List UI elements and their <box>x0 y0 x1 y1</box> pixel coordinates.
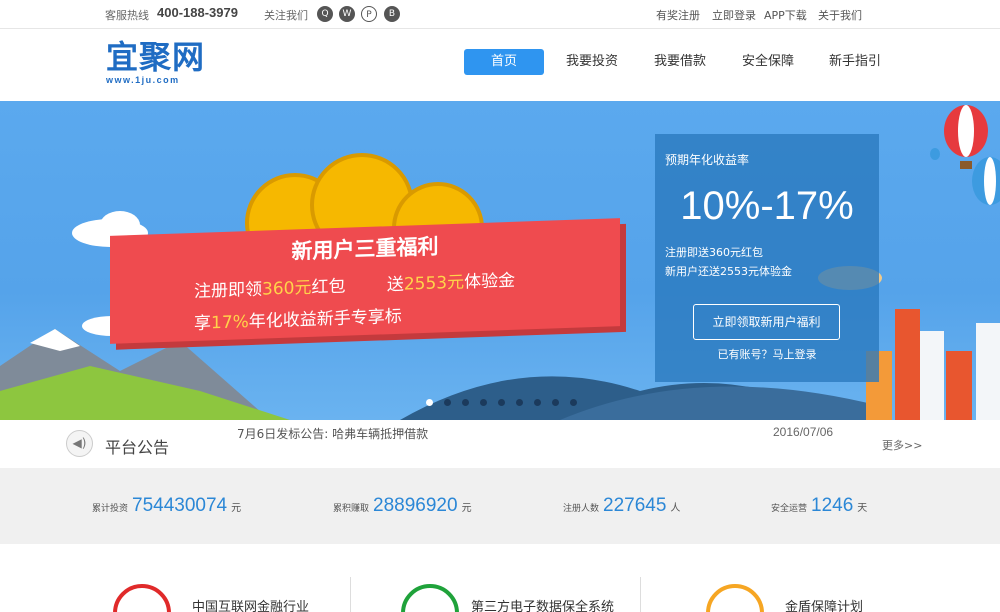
about-us-link[interactable]: 关于我们 <box>818 7 862 23</box>
claim-bonus-button[interactable]: 立即领取新用户福利 <box>693 304 840 340</box>
features-row: 中国互联网金融行业 第三方电子数据保全系统 金盾保障计划 <box>0 544 1000 612</box>
stat-unit: 元 <box>461 503 472 514</box>
stat-value: 28896920 <box>373 495 458 516</box>
top-bar: 客服热线 400-188-3979 关注我们 Q W P B 有奖注册 立即登录… <box>0 0 1000 29</box>
weibo-icon[interactable]: B <box>384 6 400 22</box>
promo-text: 红包 <box>311 276 346 298</box>
stat-label: 安全运营 <box>771 504 808 514</box>
app-download-link[interactable]: APP下载 <box>764 7 807 23</box>
hotline-number: 400-188-3979 <box>157 5 238 20</box>
nav-borrow[interactable]: 我要借款 <box>646 49 714 75</box>
carousel-dot[interactable] <box>480 399 487 406</box>
stat-value: 227645 <box>603 495 667 516</box>
logo-url: www.1ju.com <box>106 75 180 85</box>
login-hint-link[interactable]: 已有账号？马上登录 <box>655 346 879 362</box>
register-link[interactable]: 有奖注册 <box>656 7 700 23</box>
promo-text: 送 <box>386 274 404 296</box>
guarantee-icon <box>706 584 764 612</box>
carousel-dot[interactable] <box>426 399 433 406</box>
carousel-dot[interactable] <box>552 399 559 406</box>
promo-text: 享 <box>194 313 211 334</box>
rate-desc-1: 注册即送360元红包 <box>665 246 763 259</box>
pinterest-icon[interactable]: P <box>361 6 377 22</box>
carousel-dot[interactable] <box>444 399 451 406</box>
more-announcements-link[interactable]: 更多>> <box>882 437 922 453</box>
promo-highlight: 17% <box>211 312 249 334</box>
rate-desc-2: 新用户还送2553元体验金 <box>665 265 792 278</box>
stat-label: 累计投资 <box>92 504 129 514</box>
stat-unit: 天 <box>857 503 868 514</box>
promo-highlight: 360元 <box>262 277 312 300</box>
feature-text[interactable]: 第三方电子数据保全系统 <box>471 596 614 612</box>
site-logo[interactable]: 宜聚网 www.1ju.com <box>106 39 218 89</box>
promo-text: 体验金 <box>464 270 516 293</box>
speaker-icon: ◀) <box>66 430 93 457</box>
badge-icon <box>113 584 171 612</box>
shield-icon <box>401 584 459 612</box>
feature-text[interactable]: 中国互联网金融行业 <box>192 596 309 612</box>
carousel-dot[interactable] <box>462 399 469 406</box>
stat-total-invest: 累计投资 754430074 元 <box>92 495 241 517</box>
stat-label: 累积赚取 <box>333 504 370 514</box>
nav-invest[interactable]: 我要投资 <box>558 49 626 75</box>
carousel-dot[interactable] <box>534 399 541 406</box>
qq-icon[interactable]: Q <box>317 6 333 22</box>
carousel-dot[interactable] <box>516 399 523 406</box>
login-link[interactable]: 立即登录 <box>712 7 756 23</box>
rate-panel: 预期年化收益率 10%-17% 注册即送360元红包 新用户还送2553元体验金… <box>655 134 879 382</box>
stat-value: 1246 <box>811 495 854 516</box>
stat-registered-users: 注册人数 227645 人 <box>563 495 680 517</box>
announcement-bar: ◀) 平台公告 7月6日发标公告: 哈弗车辆抵押借款 2016/07/06 更多… <box>0 420 1000 468</box>
logo-mark: 宜聚网 <box>106 38 206 76</box>
announcement-date: 2016/07/06 <box>773 425 834 439</box>
nav-home[interactable]: 首页 <box>464 49 544 75</box>
carousel-dot[interactable] <box>570 399 577 406</box>
stat-unit: 人 <box>670 503 681 514</box>
announcement-label: 平台公告 <box>105 438 170 457</box>
promo-text: 注册即领 <box>194 279 262 302</box>
rate-value: 10%-17% <box>680 184 854 228</box>
stat-value: 754430074 <box>132 495 228 516</box>
divider <box>640 577 641 612</box>
promo-line-2: 享17%年化收益新手专享标 <box>194 302 402 334</box>
follow-us-label: 关注我们 <box>264 9 308 22</box>
feature-text[interactable]: 金盾保障计划 <box>785 596 863 612</box>
divider <box>350 577 351 612</box>
promo-line-1: 注册即领360元红包 送2553元体验金 <box>194 266 515 302</box>
promo-banner[interactable]: 新用户三重福利 注册即领360元红包 送2553元体验金 享17%年化收益新手专… <box>0 101 1000 420</box>
header: 宜聚网 www.1ju.com 首页 我要投资 我要借款 安全保障 新手指引 <box>0 29 1000 101</box>
stat-label: 注册人数 <box>563 504 600 514</box>
nav-security[interactable]: 安全保障 <box>734 49 802 75</box>
wechat-icon[interactable]: W <box>339 6 355 22</box>
stat-unit: 元 <box>231 503 242 514</box>
promo-ribbon: 新用户三重福利 注册即领360元红包 送2553元体验金 享17%年化收益新手专… <box>110 218 620 344</box>
promo-highlight: 2553元 <box>403 272 465 295</box>
stat-safe-days: 安全运营 1246 天 <box>771 495 867 517</box>
hotline-label: 客服热线 <box>105 9 149 22</box>
promo-text: 年化收益新手专享标 <box>248 306 402 333</box>
announcement-text[interactable]: 7月6日发标公告: 哈弗车辆抵押借款 <box>237 425 428 442</box>
stat-total-earned: 累积赚取 28896920 元 <box>333 495 472 517</box>
nav-guide[interactable]: 新手指引 <box>821 49 889 75</box>
rate-panel-title: 预期年化收益率 <box>665 153 750 167</box>
platform-stats: 累计投资 754430074 元 累积赚取 28896920 元 注册人数 227645 人… <box>0 468 1000 544</box>
carousel-dot[interactable] <box>498 399 505 406</box>
